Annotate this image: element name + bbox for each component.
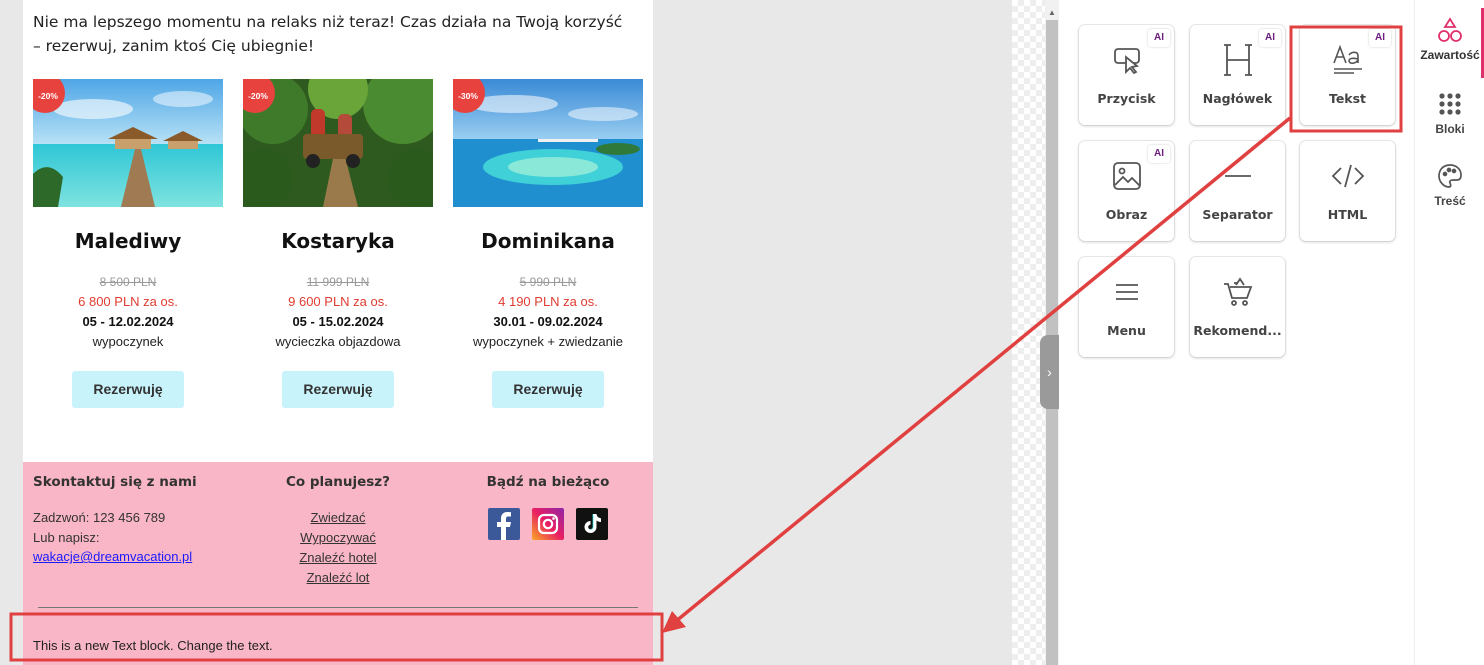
tile-text[interactable]: AI Tekst <box>1300 25 1395 125</box>
heading-icon <box>1190 43 1285 77</box>
social-column: Bądź na bieżąco <box>463 474 633 540</box>
offer-new-price: 4 190 PLN za os. <box>498 294 598 309</box>
offer-old-price: 5 990 PLN <box>519 275 577 289</box>
social-icons <box>463 508 633 540</box>
tile-label: Tekst <box>1328 91 1367 106</box>
email-preview: Nie ma lepszego momentu na relaks niż te… <box>23 0 653 665</box>
tile-label: HTML <box>1327 207 1368 222</box>
tile-label: Przycisk <box>1097 91 1156 106</box>
cart-icon <box>1190 275 1285 309</box>
nav-label: Bloki <box>1435 122 1465 136</box>
book-button[interactable]: Rezerwuję <box>72 371 184 408</box>
nav-blocks[interactable]: Bloki <box>1415 90 1484 136</box>
offer-old-price: 11 999 PLN <box>306 275 370 289</box>
tile-label: Menu <box>1107 323 1146 338</box>
tile-recommendations[interactable]: Rekomend... <box>1190 257 1285 357</box>
tile-heading[interactable]: AI Nagłówek <box>1190 25 1285 125</box>
text-icon <box>1300 43 1395 77</box>
nav-label: Zawartość <box>1420 48 1480 62</box>
footer-divider <box>38 607 638 608</box>
plan-link-hotel[interactable]: Znaleźć hotel <box>253 548 423 568</box>
offer-new-price: 9 600 PLN za os. <box>288 294 388 309</box>
side-navigation: Zawartość Bloki Treść <box>1414 0 1484 665</box>
scroll-up-icon[interactable]: ▲ <box>1048 8 1056 17</box>
offer-image-maldives[interactable]: -20% <box>33 79 223 207</box>
tile-menu[interactable]: Menu <box>1079 257 1174 357</box>
plans-column: Co planujesz? Zwiedzać Wypoczywać Znaleź… <box>253 474 423 588</box>
plans-heading[interactable]: Co planujesz? <box>253 474 423 490</box>
nav-content[interactable]: Zawartość <box>1415 16 1484 62</box>
vertical-scrollbar[interactable]: ▲ <box>1045 0 1059 665</box>
panel-toggle-handle[interactable]: › <box>1040 335 1059 409</box>
annotation-arrow-head <box>662 611 686 633</box>
new-text-block[interactable]: This is a new Text block. Change the tex… <box>33 638 273 653</box>
contact-heading[interactable]: Skontaktuj się z nami <box>33 474 197 490</box>
plan-link-rest[interactable]: Wypoczywać <box>253 528 423 548</box>
tile-html[interactable]: HTML <box>1300 141 1395 241</box>
tile-label: Separator <box>1202 207 1273 222</box>
offer-card: -20% Malediwy 8 500 PLN 6 800 PLN za os.… <box>33 79 223 408</box>
offer-title[interactable]: Kostaryka <box>243 229 433 253</box>
contact-column: Skontaktuj się z nami Zadzwoń: 123 456 7… <box>33 474 197 566</box>
offer-dates: 05 - 15.02.2024 <box>292 314 384 329</box>
facebook-icon[interactable] <box>488 508 520 540</box>
offer-card: -20% Kostaryka 11 999 PLN 9 600 PLN za o… <box>243 79 433 408</box>
grid-icon <box>1415 90 1484 118</box>
tile-label: Nagłówek <box>1202 91 1273 106</box>
offer-type: wypoczynek + zwiedzanie <box>473 334 623 349</box>
offer-old-price: 8 500 PLN <box>99 275 157 289</box>
tile-button[interactable]: AI Przycisk <box>1079 25 1174 125</box>
offer-image-dominican[interactable]: -30% <box>453 79 643 207</box>
book-button[interactable]: Rezerwuję <box>492 371 604 408</box>
intro-text[interactable]: Nie ma lepszego momentu na relaks niż te… <box>33 10 633 58</box>
canvas-background <box>1012 0 1045 665</box>
nav-styles[interactable]: Treść <box>1415 162 1484 208</box>
tile-separator[interactable]: Separator <box>1190 141 1285 241</box>
phone-text: Zadzwoń: 123 456 789 <box>33 510 166 525</box>
offer-type: wypoczynek <box>92 334 164 349</box>
book-button[interactable]: Rezerwuję <box>282 371 394 408</box>
content-panel: AI Przycisk AI Nagłówek AI Tekst AI Obra… <box>1059 0 1414 665</box>
code-icon <box>1300 159 1395 193</box>
tile-label: Rekomend... <box>1193 323 1282 338</box>
offer-card: -30% Dominikana 5 990 PLN 4 190 PLN za o… <box>453 79 643 408</box>
shapes-icon <box>1415 16 1484 44</box>
image-icon <box>1079 159 1174 193</box>
offer-type: wycieczka objazdowa <box>275 334 401 349</box>
nav-label: Treść <box>1434 194 1466 208</box>
offer-new-price: 6 800 PLN za os. <box>78 294 178 309</box>
offer-image-costa-rica[interactable]: -20% <box>243 79 433 207</box>
write-text: Lub napisz: <box>33 530 100 545</box>
palette-icon <box>1415 162 1484 190</box>
editor-canvas: Nie ma lepszego momentu na relaks niż te… <box>0 0 1484 665</box>
offer-dates: 05 - 12.02.2024 <box>82 314 174 329</box>
menu-icon <box>1079 275 1174 309</box>
button-cursor-icon <box>1079 43 1174 77</box>
tiktok-icon[interactable] <box>576 508 608 540</box>
plan-link-sightseeing[interactable]: Zwiedzać <box>253 508 423 528</box>
chevron-right-icon: › <box>1047 364 1052 380</box>
instagram-icon[interactable] <box>532 508 564 540</box>
offer-title[interactable]: Dominikana <box>453 229 643 253</box>
offer-dates: 30.01 - 09.02.2024 <box>493 314 603 329</box>
separator-icon <box>1190 159 1285 193</box>
email-link[interactable]: wakacje@dreamvacation.pl <box>33 549 192 564</box>
plan-link-flight[interactable]: Znaleźć lot <box>253 568 423 588</box>
social-heading[interactable]: Bądź na bieżąco <box>463 474 633 490</box>
tile-image[interactable]: AI Obraz <box>1079 141 1174 241</box>
tile-label: Obraz <box>1105 207 1148 222</box>
offer-title[interactable]: Malediwy <box>33 229 223 253</box>
email-footer: Skontaktuj się z nami Zadzwoń: 123 456 7… <box>23 462 653 665</box>
